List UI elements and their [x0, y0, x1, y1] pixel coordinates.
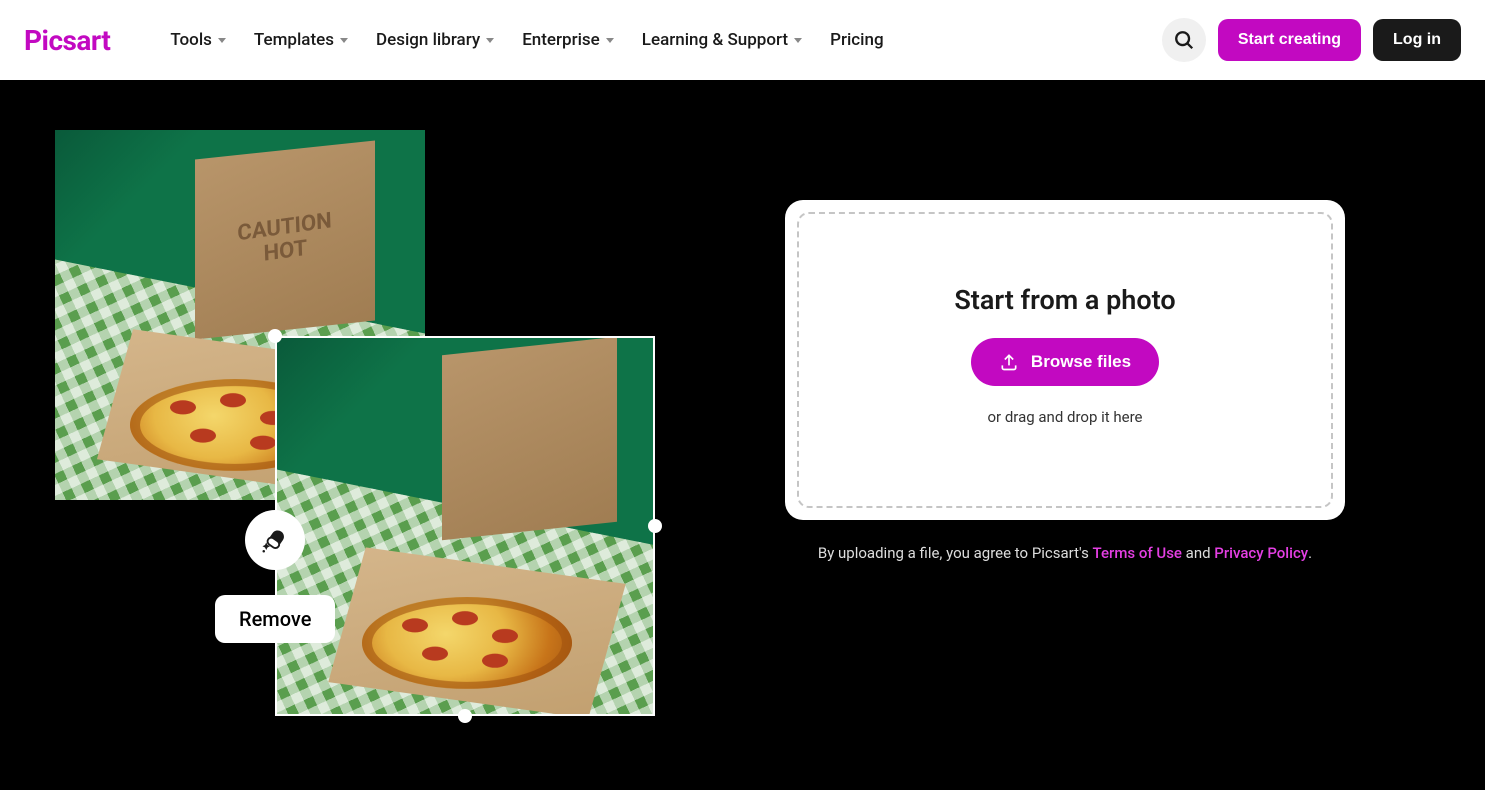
chevron-down-icon: [794, 38, 802, 43]
browse-label: Browse files: [1031, 352, 1131, 372]
nav-label: Templates: [254, 30, 334, 50]
chevron-down-icon: [606, 38, 614, 43]
pizza-box-lid: [442, 337, 617, 540]
eraser-sparkle-icon: [260, 525, 290, 555]
nav-design-library[interactable]: Design library: [376, 30, 494, 50]
selection-handle[interactable]: [458, 709, 472, 723]
selection-handle[interactable]: [268, 329, 282, 343]
search-button[interactable]: [1162, 18, 1206, 62]
selection-handle[interactable]: [648, 519, 662, 533]
nav-tools[interactable]: Tools: [170, 30, 226, 50]
box-warning-text: CAUTION HOT: [237, 209, 333, 270]
dropzone[interactable]: Start from a photo Browse files or drag …: [797, 212, 1333, 508]
nav-learning-support[interactable]: Learning & Support: [642, 30, 802, 50]
brand-logo[interactable]: Picsart: [24, 24, 110, 57]
nav-label: Pricing: [830, 30, 884, 50]
browse-files-button[interactable]: Browse files: [971, 338, 1159, 386]
login-button[interactable]: Log in: [1373, 19, 1461, 61]
start-creating-button[interactable]: Start creating: [1218, 19, 1361, 61]
main-nav: Tools Templates Design library Enterpris…: [170, 30, 1142, 50]
upload-hint: or drag and drop it here: [987, 408, 1142, 426]
pizza-box-lid: CAUTION HOT: [195, 141, 375, 340]
nav-label: Enterprise: [522, 30, 600, 50]
upload-card: Start from a photo Browse files or drag …: [785, 200, 1345, 520]
nav-templates[interactable]: Templates: [254, 30, 348, 50]
nav-pricing[interactable]: Pricing: [830, 30, 884, 50]
nav-label: Design library: [376, 30, 480, 50]
chevron-down-icon: [340, 38, 348, 43]
chevron-down-icon: [218, 38, 226, 43]
upload-icon: [999, 352, 1019, 372]
upload-title: Start from a photo: [954, 284, 1175, 316]
nav-enterprise[interactable]: Enterprise: [522, 30, 614, 50]
upload-panel: Start from a photo Browse files or drag …: [785, 130, 1345, 562]
main-header: Picsart Tools Templates Design library E…: [0, 0, 1485, 80]
upload-disclaimer: By uploading a file, you agree to Picsar…: [785, 544, 1345, 562]
nav-label: Tools: [170, 30, 212, 50]
chevron-down-icon: [486, 38, 494, 43]
privacy-link[interactable]: Privacy Policy: [1214, 544, 1308, 562]
remove-tooltip[interactable]: Remove: [215, 595, 335, 643]
eraser-tool-button[interactable]: [245, 510, 305, 570]
hero-section: CAUTION HOT: [0, 80, 1485, 790]
terms-link[interactable]: Terms of Use: [1093, 544, 1182, 562]
search-icon: [1173, 29, 1195, 51]
header-actions: Start creating Log in: [1162, 18, 1461, 62]
after-image[interactable]: [275, 336, 655, 716]
nav-label: Learning & Support: [642, 30, 788, 50]
pizza-illustration: [362, 597, 572, 689]
demo-preview: CAUTION HOT: [55, 130, 705, 730]
